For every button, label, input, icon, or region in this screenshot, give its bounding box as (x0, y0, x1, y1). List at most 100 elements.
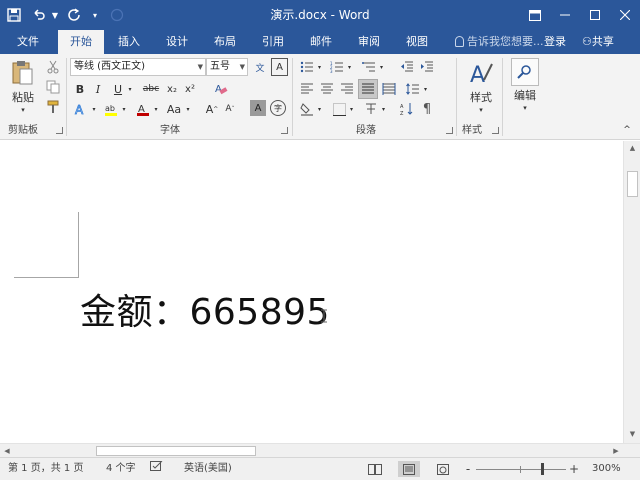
clipboard-launcher-icon[interactable] (56, 127, 63, 134)
shading-icon[interactable] (298, 100, 316, 118)
close-icon[interactable] (610, 0, 640, 30)
cut-icon[interactable] (44, 58, 62, 76)
font-name-combo[interactable]: 等线 (西文正文) ▼ (70, 58, 206, 76)
scroll-right-icon[interactable]: ▶ (609, 444, 623, 458)
underline-dropdown-icon[interactable]: ▾ (126, 80, 134, 98)
tab-design[interactable]: 设计 (156, 30, 198, 54)
highlight-dropdown-icon[interactable]: ▾ (120, 100, 128, 118)
text-effects-dropdown-icon[interactable]: ▾ (90, 100, 98, 118)
change-case-dropdown-icon[interactable]: ▾ (184, 100, 192, 118)
zoom-slider-thumb[interactable] (541, 463, 544, 475)
shading-dropdown-icon[interactable]: ▾ (316, 100, 323, 118)
copy-icon[interactable] (44, 78, 62, 96)
proofing-icon[interactable] (150, 458, 166, 480)
redo-icon[interactable] (60, 0, 88, 30)
paste-icon[interactable] (10, 58, 34, 88)
paste-label[interactable]: 粘贴 (8, 90, 38, 104)
phonetic-guide-icon[interactable]: 文 (251, 58, 269, 76)
zoom-slider-track[interactable] (476, 469, 566, 470)
read-mode-icon[interactable] (364, 461, 386, 477)
horizontal-scrollbar[interactable]: ◀ ▶ (0, 443, 640, 457)
bullets-icon[interactable] (298, 58, 316, 76)
tab-review[interactable]: 审阅 (348, 30, 390, 54)
increase-indent-icon[interactable] (418, 58, 436, 76)
bullets-dropdown-icon[interactable]: ▾ (316, 58, 323, 76)
font-color-dropdown-icon[interactable]: ▾ (152, 100, 160, 118)
character-border-icon[interactable]: A (271, 58, 288, 76)
tell-me-box[interactable]: 告诉我您想要... (455, 30, 544, 54)
styles-label[interactable]: 样式 (464, 90, 498, 104)
enclose-characters-button[interactable]: 字 (270, 100, 286, 116)
minimize-icon[interactable] (550, 0, 580, 30)
multilevel-list-icon[interactable] (360, 58, 378, 76)
share-button[interactable]: ⚇共享 (582, 30, 614, 54)
decrease-indent-icon[interactable] (398, 58, 416, 76)
scroll-up-icon[interactable]: ▲ (624, 141, 640, 155)
tab-mailings[interactable]: 邮件 (300, 30, 342, 54)
tab-file[interactable]: 文件 (6, 30, 50, 54)
zoom-level[interactable]: 300% (592, 458, 621, 480)
superscript-button[interactable]: x² (182, 80, 198, 98)
subscript-button[interactable]: x₂ (164, 80, 180, 98)
language-indicator[interactable]: 英语(美国) (184, 458, 232, 480)
collapse-ribbon-icon[interactable]: ^ (620, 124, 634, 136)
multilevel-dropdown-icon[interactable]: ▾ (378, 58, 385, 76)
vertical-scrollbar[interactable]: ▲ ▼ (623, 141, 640, 443)
numbering-dropdown-icon[interactable]: ▾ (346, 58, 353, 76)
character-shading-button[interactable]: A (250, 100, 266, 116)
highlight-color-icon[interactable]: ab (102, 100, 120, 118)
scroll-left-icon[interactable]: ◀ (0, 444, 14, 458)
format-painter-icon[interactable] (44, 98, 62, 116)
paragraph-launcher-icon[interactable] (446, 127, 453, 134)
chinese-layout-dropdown-icon[interactable]: ▾ (380, 100, 387, 118)
web-layout-icon[interactable] (432, 461, 454, 477)
font-color-icon[interactable]: A (134, 100, 152, 118)
line-spacing-icon[interactable] (404, 80, 422, 98)
underline-button[interactable]: U (110, 80, 126, 98)
print-layout-icon[interactable] (398, 461, 420, 477)
word-count[interactable]: 4 个字 (106, 458, 136, 480)
align-center-icon[interactable] (318, 80, 336, 98)
sort-icon[interactable]: AZ (398, 100, 416, 118)
scroll-down-icon[interactable]: ▼ (624, 427, 640, 441)
horizontal-scroll-thumb[interactable] (96, 446, 256, 456)
save-icon[interactable] (0, 0, 28, 30)
text-effects-icon[interactable]: A (72, 100, 90, 118)
maximize-icon[interactable] (580, 0, 610, 30)
sign-in-link[interactable]: 登录 (544, 30, 566, 54)
editing-label[interactable]: 编辑 (508, 88, 542, 102)
ribbon-display-options-icon[interactable] (520, 0, 550, 30)
undo-dropdown-icon[interactable]: ▼ (50, 0, 60, 30)
align-left-icon[interactable] (298, 80, 316, 98)
show-formatting-icon[interactable]: ¶ (418, 100, 436, 118)
change-case-button[interactable]: Aa (164, 100, 184, 118)
paste-dropdown-icon[interactable]: ▾ (16, 105, 30, 115)
strikethrough-button[interactable]: abc (140, 80, 162, 98)
vertical-scroll-thumb[interactable] (627, 171, 638, 197)
zoom-in-button[interactable]: + (569, 458, 579, 480)
bold-button[interactable]: B (72, 80, 88, 98)
font-size-combo[interactable]: 五号 ▼ (206, 58, 248, 76)
document-text[interactable]: 金额：665895 (80, 283, 330, 335)
tab-view[interactable]: 视图 (396, 30, 438, 54)
search-icon[interactable] (511, 58, 539, 86)
borders-dropdown-icon[interactable]: ▾ (348, 100, 355, 118)
italic-button[interactable]: I (90, 80, 106, 98)
borders-icon[interactable] (330, 100, 348, 118)
tab-references[interactable]: 引用 (252, 30, 294, 54)
tab-home[interactable]: 开始 (58, 30, 104, 54)
numbering-icon[interactable]: 123 (328, 58, 346, 76)
styles-icon[interactable]: A (466, 58, 496, 88)
align-right-icon[interactable] (338, 80, 356, 98)
shrink-font-button[interactable]: Aˇ (222, 100, 238, 118)
font-launcher-icon[interactable] (281, 127, 288, 134)
touch-mode-icon[interactable] (102, 0, 132, 30)
tab-layout[interactable]: 布局 (204, 30, 246, 54)
customize-qat-icon[interactable]: ▾ (88, 0, 102, 30)
undo-icon[interactable] (28, 0, 50, 30)
page-count[interactable]: 第 1 页，共 1 页 (8, 458, 83, 480)
chinese-layout-icon[interactable] (362, 100, 380, 118)
zoom-out-button[interactable]: - (464, 458, 472, 480)
styles-launcher-icon[interactable] (492, 127, 499, 134)
clear-formatting-icon[interactable]: A (212, 80, 230, 98)
